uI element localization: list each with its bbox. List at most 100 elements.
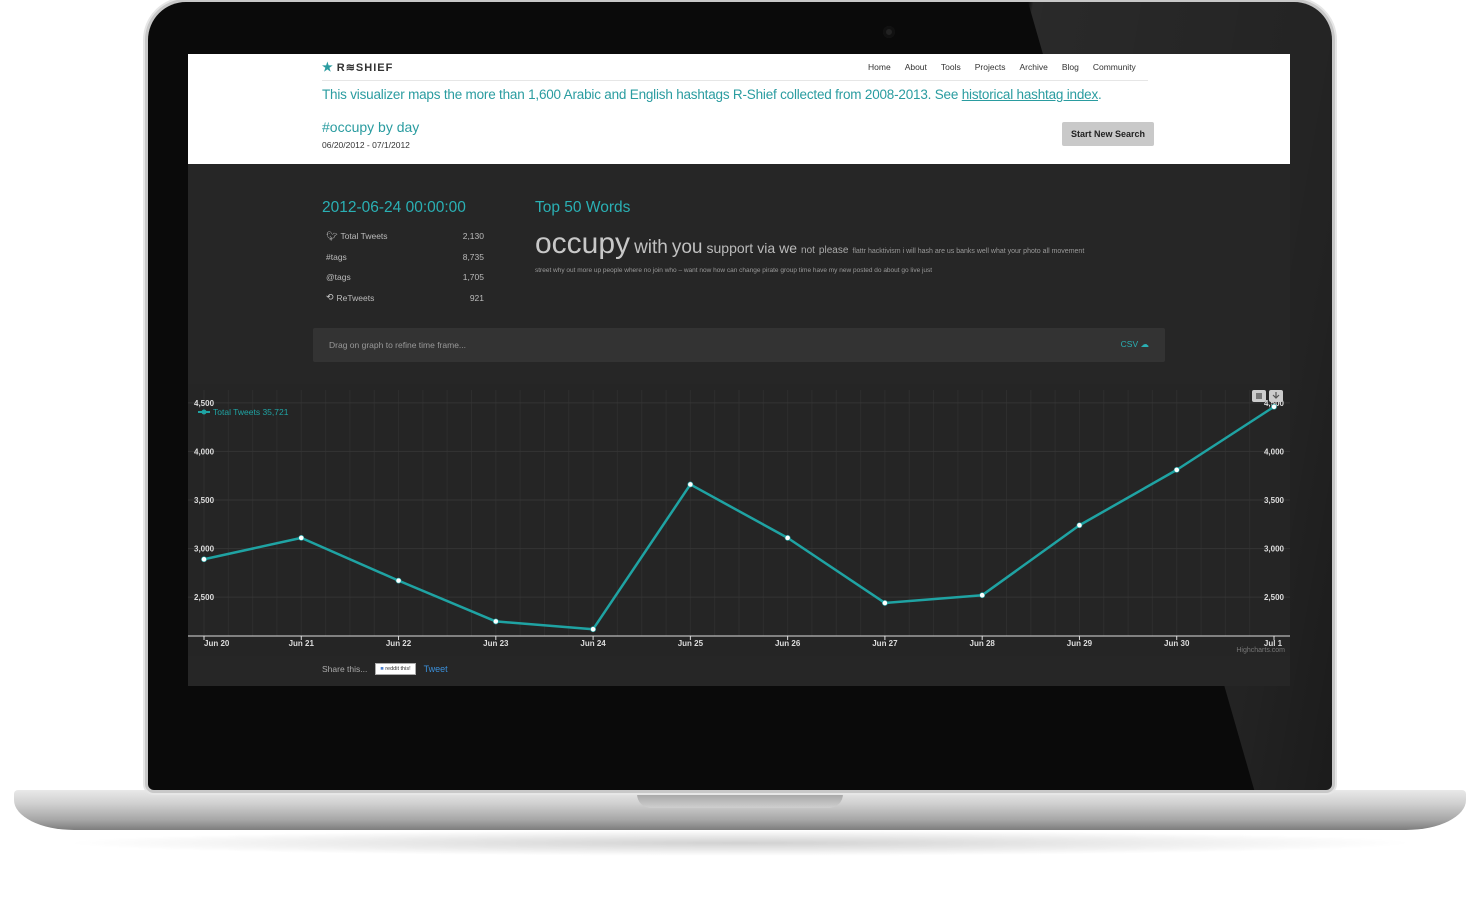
x-tick-label: Jun 26 <box>775 639 801 648</box>
intro-text-before: This visualizer maps the more than 1,600… <box>322 87 962 102</box>
data-point[interactable] <box>1173 466 1180 473</box>
legend-label[interactable]: Total Tweets 35,721 <box>213 407 289 417</box>
intro-text-after: . <box>1098 87 1102 102</box>
stat-label: #tags <box>326 251 347 262</box>
y-tick-label-left: 2,500 <box>194 593 215 602</box>
data-point[interactable] <box>687 481 694 488</box>
stat-label: ReTweets <box>336 292 375 303</box>
word-m[interactable]: support <box>707 241 754 255</box>
word-l[interactable]: with <box>634 238 668 257</box>
y-tick-label-left: 3,000 <box>194 545 215 554</box>
reddit-label: reddit this! <box>385 666 411 672</box>
x-tick-label: Jun 23 <box>483 639 509 648</box>
cloud-upload-icon: ☁ <box>1140 339 1150 349</box>
data-point[interactable] <box>590 626 596 633</box>
date-range: 06/20/2012 - 07/1/2012 <box>322 140 410 150</box>
stat-row-hashtags: #tags 8,735 <box>322 247 484 268</box>
y-tick-label-left: 4,500 <box>194 399 215 408</box>
data-point[interactable] <box>395 577 402 584</box>
word-l[interactable]: you <box>672 238 703 257</box>
word-s[interactable]: please <box>819 246 848 256</box>
y-tick-label-right: 3,000 <box>1264 545 1285 554</box>
share-label: Share this... <box>322 664 368 674</box>
word-cloud-line-1: occupy with you support via we not pleas… <box>535 229 1175 259</box>
retweet-icon: ⟲ <box>326 292 334 303</box>
x-tick-label: Jun 30 <box>1164 639 1190 648</box>
data-point[interactable] <box>492 618 499 625</box>
stat-value: 1,705 <box>462 272 484 283</box>
data-point[interactable] <box>201 556 207 563</box>
nav-item-tools[interactable]: Tools <box>941 62 961 72</box>
word-xl[interactable]: occupy <box>535 229 630 259</box>
word-m[interactable]: we <box>779 241 797 255</box>
stat-value: 2,130 <box>462 231 484 242</box>
word-m[interactable]: via <box>757 241 775 255</box>
tweet-button[interactable]: Tweet <box>424 664 448 674</box>
print-glyph <box>1256 393 1262 399</box>
nav-item-about[interactable]: About <box>905 62 927 72</box>
csv-label: CSV <box>1120 339 1139 349</box>
word-cloud: occupy with you support via we not pleas… <box>535 229 1175 275</box>
x-tick-label: Jun 29 <box>1067 639 1093 648</box>
x-tick-label: Jun 22 <box>386 639 412 648</box>
y-tick-label-left: 3,500 <box>194 496 215 505</box>
data-point[interactable] <box>1271 403 1277 410</box>
data-point[interactable] <box>1076 522 1083 529</box>
y-tick-label-left: 4,000 <box>194 447 215 456</box>
x-tick-label: Jun 24 <box>580 639 606 648</box>
twitter-bird-icon: 🐦︎ <box>326 230 338 241</box>
main-nav: Home About Tools Projects Archive Blog C… <box>868 62 1136 72</box>
graph-toolbar: Drag on graph to refine time frame... CS… <box>313 328 1165 362</box>
data-point[interactable] <box>784 534 791 541</box>
stats-table: 🐦︎ Total Tweets 2,130 #tags 8,735 @tags 1… <box>322 226 484 308</box>
logo-text: R≋SHIEF <box>336 61 394 74</box>
laptop-shadow <box>60 830 1420 856</box>
browser-screen: ★ R≋SHIEF Home About Tools Projects Arch… <box>188 54 1290 686</box>
data-point[interactable] <box>882 600 888 606</box>
x-tick-label: Jun 25 <box>678 639 704 648</box>
star-icon: ★ <box>322 60 334 74</box>
stat-value: 921 <box>469 292 484 303</box>
stat-row-retweets: ⟲ ReTweets 921 <box>322 288 484 309</box>
stat-label: @tags <box>326 272 351 283</box>
word-xs-group[interactable]: flattr hacktivism i will hash are us ban… <box>852 248 1084 255</box>
reddit-icon: ■ <box>380 666 384 672</box>
csv-download-button[interactable]: CSV ☁ <box>1121 339 1149 350</box>
x-tick-label: Jun 21 <box>289 639 315 648</box>
nav-item-home[interactable]: Home <box>868 62 891 72</box>
stat-row-mentions: @tags 1,705 <box>322 267 484 288</box>
start-new-search-button[interactable]: Start New Search <box>1062 122 1154 146</box>
share-bar: Share this... ■ reddit this! Tweet <box>322 663 448 675</box>
logo[interactable]: ★ R≋SHIEF <box>322 60 393 74</box>
y-tick-label-right: 4,000 <box>1264 447 1285 456</box>
legend-marker <box>201 409 207 415</box>
nav-divider <box>322 80 1148 81</box>
word-cloud-line-2[interactable]: street why out more up people where no j… <box>535 267 1175 275</box>
nav-item-archive[interactable]: Archive <box>1019 62 1047 72</box>
data-point[interactable] <box>979 592 986 599</box>
header: ★ R≋SHIEF Home About Tools Projects Arch… <box>188 54 1290 164</box>
nav-item-projects[interactable]: Projects <box>975 62 1006 72</box>
x-tick-label: Jun 27 <box>872 639 898 648</box>
search-title: #occupy by day <box>322 119 420 135</box>
hashtag-index-link[interactable]: historical hashtag index <box>962 87 1098 102</box>
word-s[interactable]: not <box>801 246 815 256</box>
stat-row-total-tweets: 🐦︎ Total Tweets 2,130 <box>322 226 484 247</box>
camera-icon <box>883 26 895 38</box>
laptop-notch <box>637 790 843 808</box>
x-tick-label: Jun 28 <box>970 639 996 648</box>
top-words-title: Top 50 Words <box>535 199 631 216</box>
y-tick-label-right: 3,500 <box>1264 496 1285 505</box>
stat-value: 8,735 <box>462 251 484 262</box>
chart-credit[interactable]: Highcharts.com <box>1236 647 1285 654</box>
x-tick-label: Jun 20 <box>204 639 230 648</box>
intro-text: This visualizer maps the more than 1,600… <box>322 87 1102 102</box>
selected-date: 2012-06-24 00:00:00 <box>322 199 466 216</box>
chart-svg[interactable]: 2,500 2,500 3,000 3,000 3,500 3,500 4,000 4,000… <box>188 384 1290 656</box>
nav-item-blog[interactable]: Blog <box>1062 62 1079 72</box>
nav-item-community[interactable]: Community <box>1093 62 1136 72</box>
y-tick-label-right: 2,500 <box>1264 593 1285 602</box>
tweets-chart[interactable]: 2,500 2,500 3,000 3,000 3,500 3,500 4,000 4,000… <box>188 384 1290 656</box>
data-point[interactable] <box>298 534 305 541</box>
reddit-button[interactable]: ■ reddit this! <box>375 663 416 675</box>
